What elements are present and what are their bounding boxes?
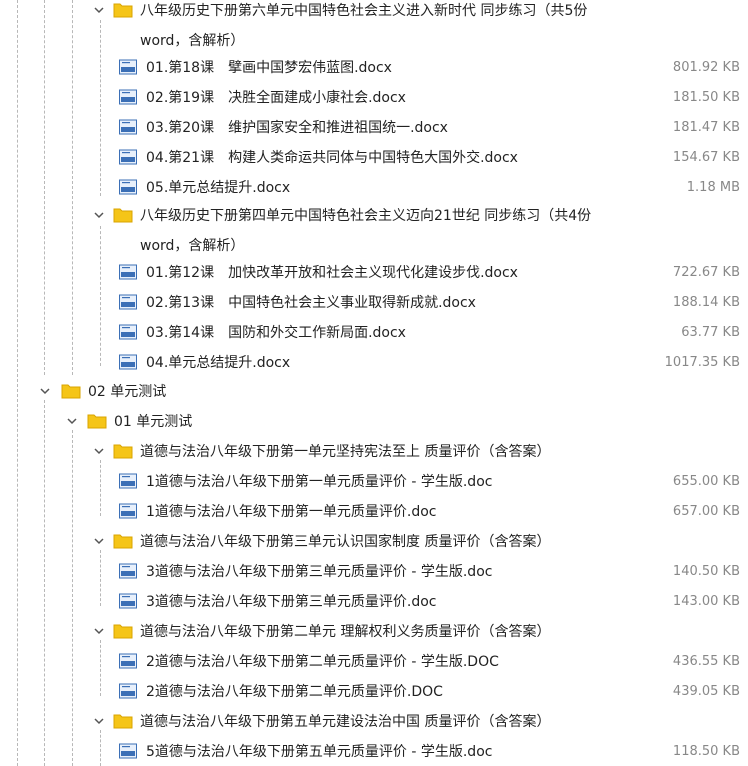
- file-row[interactable]: 3道德与法治八年级下册第三单元质量评价 - 学生版.doc 140.50 KB: [0, 561, 748, 583]
- word-doc-icon: [119, 179, 137, 195]
- file-name: 02.第13课 中国特色社会主义事业取得新成就.docx: [146, 295, 476, 311]
- word-doc-icon: [119, 264, 137, 280]
- file-name: 5道德与法治八年级下册第五单元质量评价 - 学生版.doc: [146, 744, 493, 760]
- word-doc-icon: [119, 89, 137, 105]
- word-doc-icon: [119, 354, 137, 370]
- file-row[interactable]: 1道德与法治八年级下册第一单元质量评价.doc 657.00 KB: [0, 501, 748, 523]
- file-row[interactable]: 01.第12课 加快改革开放和社会主义现代化建设步伐.docx 722.67 K…: [0, 262, 748, 284]
- word-doc-icon: [119, 59, 137, 75]
- file-row[interactable]: 02.第19课 决胜全面建成小康社会.docx 181.50 KB: [0, 87, 748, 109]
- folder-row[interactable]: 道德与法治八年级下册第五单元建设法治中国 质量评价（含答案）: [0, 711, 748, 733]
- file-name: 01.第12课 加快改革开放和社会主义现代化建设步伐.docx: [146, 265, 518, 281]
- word-doc-icon: [119, 653, 137, 669]
- file-name: 04.第21课 构建人类命运共同体与中国特色大国外交.docx: [146, 150, 518, 166]
- file-size: 439.05 KB: [672, 684, 740, 699]
- folder-icon: [113, 2, 133, 18]
- folder-row[interactable]: 八年级历史下册第六单元中国特色社会主义进入新时代 同步练习（共5份word，含解…: [0, 0, 748, 50]
- word-doc-icon: [119, 683, 137, 699]
- chevron-down-icon[interactable]: [92, 534, 106, 548]
- file-row[interactable]: 2道德与法治八年级下册第二单元质量评价.DOC 439.05 KB: [0, 681, 748, 703]
- chevron-down-icon[interactable]: [92, 624, 106, 638]
- folder-label: 道德与法治八年级下册第二单元 理解权利义务质量评价（含答案）: [140, 624, 551, 640]
- file-name: 2道德与法治八年级下册第二单元质量评价.DOC: [146, 684, 443, 700]
- chevron-down-icon[interactable]: [92, 714, 106, 728]
- folder-icon: [113, 533, 133, 549]
- chevron-down-icon[interactable]: [65, 414, 79, 428]
- file-row[interactable]: 1道德与法治八年级下册第一单元质量评价 - 学生版.doc 655.00 KB: [0, 471, 748, 493]
- folder-row[interactable]: 八年级历史下册第四单元中国特色社会主义迈向21世纪 同步练习（共4份word，含…: [0, 205, 748, 255]
- folder-icon: [113, 443, 133, 459]
- file-tree: 八年级历史下册第六单元中国特色社会主义进入新时代 同步练习（共5份word，含解…: [0, 0, 748, 766]
- file-row[interactable]: 5道德与法治八年级下册第五单元质量评价 - 学生版.doc 118.50 KB: [0, 741, 748, 763]
- file-size: 1.18 MB: [686, 180, 740, 195]
- file-size: 140.50 KB: [672, 564, 740, 579]
- file-size: 181.47 KB: [672, 120, 740, 135]
- word-doc-icon: [119, 324, 137, 340]
- folder-label: 道德与法治八年级下册第一单元坚持宪法至上 质量评价（含答案）: [140, 444, 551, 460]
- file-size: 436.55 KB: [672, 654, 740, 669]
- file-name: 04.单元总结提升.docx: [146, 355, 291, 371]
- file-size: 655.00 KB: [672, 474, 740, 489]
- chevron-down-icon[interactable]: [38, 384, 52, 398]
- file-name: 05.单元总结提升.docx: [146, 180, 291, 196]
- file-size: 1017.35 KB: [664, 355, 740, 370]
- file-size: 657.00 KB: [672, 504, 740, 519]
- folder-row[interactable]: 道德与法治八年级下册第二单元 理解权利义务质量评价（含答案）: [0, 621, 748, 643]
- folder-label: 01 单元测试: [114, 414, 193, 430]
- file-row[interactable]: 3道德与法治八年级下册第三单元质量评价.doc 143.00 KB: [0, 591, 748, 613]
- file-row[interactable]: 2道德与法治八年级下册第二单元质量评价 - 学生版.DOC 436.55 KB: [0, 651, 748, 673]
- folder-row[interactable]: 道德与法治八年级下册第三单元认识国家制度 质量评价（含答案）: [0, 531, 748, 553]
- folder-icon: [61, 383, 81, 399]
- folder-label: 道德与法治八年级下册第三单元认识国家制度 质量评价（含答案）: [140, 534, 551, 550]
- folder-icon: [113, 207, 133, 223]
- file-size: 154.67 KB: [672, 150, 740, 165]
- word-doc-icon: [119, 119, 137, 135]
- folder-row[interactable]: 道德与法治八年级下册第一单元坚持宪法至上 质量评价（含答案）: [0, 441, 748, 463]
- file-row[interactable]: 01.第18课 擘画中国梦宏伟蓝图.docx 801.92 KB: [0, 57, 748, 79]
- file-row[interactable]: 04.单元总结提升.docx 1017.35 KB: [0, 352, 748, 374]
- folder-icon: [87, 413, 107, 429]
- folder-icon: [113, 713, 133, 729]
- file-name: 1道德与法治八年级下册第一单元质量评价 - 学生版.doc: [146, 474, 493, 490]
- file-size: 181.50 KB: [672, 90, 740, 105]
- word-doc-icon: [119, 294, 137, 310]
- word-doc-icon: [119, 743, 137, 759]
- file-size: 143.00 KB: [672, 594, 740, 609]
- file-name: 02.第19课 决胜全面建成小康社会.docx: [146, 90, 406, 106]
- chevron-down-icon[interactable]: [92, 208, 106, 222]
- file-name: 03.第20课 维护国家安全和推进祖国统一.docx: [146, 120, 448, 136]
- folder-label: 八年级历史下册第六单元中国特色社会主义进入新时代 同步练习（共5份word，含解…: [140, 3, 588, 49]
- chevron-down-icon[interactable]: [92, 3, 106, 17]
- folder-row[interactable]: 02 单元测试: [0, 381, 748, 403]
- file-row[interactable]: 03.第20课 维护国家安全和推进祖国统一.docx 181.47 KB: [0, 117, 748, 139]
- file-name: 01.第18课 擘画中国梦宏伟蓝图.docx: [146, 60, 392, 76]
- word-doc-icon: [119, 593, 137, 609]
- word-doc-icon: [119, 473, 137, 489]
- folder-label: 道德与法治八年级下册第五单元建设法治中国 质量评价（含答案）: [140, 714, 551, 730]
- file-size: 801.92 KB: [672, 60, 740, 75]
- folder-label: 02 单元测试: [88, 384, 167, 400]
- chevron-down-icon[interactable]: [92, 444, 106, 458]
- file-name: 3道德与法治八年级下册第三单元质量评价.doc: [146, 594, 437, 610]
- file-size: 118.50 KB: [672, 744, 740, 759]
- file-size: 722.67 KB: [672, 265, 740, 280]
- folder-label: 八年级历史下册第四单元中国特色社会主义迈向21世纪 同步练习（共4份word，含…: [140, 208, 592, 254]
- word-doc-icon: [119, 503, 137, 519]
- file-size: 188.14 KB: [672, 295, 740, 310]
- file-row[interactable]: 05.单元总结提升.docx 1.18 MB: [0, 177, 748, 199]
- file-name: 03.第14课 国防和外交工作新局面.docx: [146, 325, 406, 341]
- file-size: 63.77 KB: [681, 325, 740, 340]
- file-row[interactable]: 03.第14课 国防和外交工作新局面.docx 63.77 KB: [0, 322, 748, 344]
- file-name: 3道德与法治八年级下册第三单元质量评价 - 学生版.doc: [146, 564, 493, 580]
- word-doc-icon: [119, 563, 137, 579]
- file-name: 1道德与法治八年级下册第一单元质量评价.doc: [146, 504, 437, 520]
- file-name: 2道德与法治八年级下册第二单元质量评价 - 学生版.DOC: [146, 654, 499, 670]
- folder-row[interactable]: 01 单元测试: [0, 411, 748, 433]
- folder-icon: [113, 623, 133, 639]
- word-doc-icon: [119, 149, 137, 165]
- file-row[interactable]: 04.第21课 构建人类命运共同体与中国特色大国外交.docx 154.67 K…: [0, 147, 748, 169]
- file-row[interactable]: 02.第13课 中国特色社会主义事业取得新成就.docx 188.14 KB: [0, 292, 748, 314]
